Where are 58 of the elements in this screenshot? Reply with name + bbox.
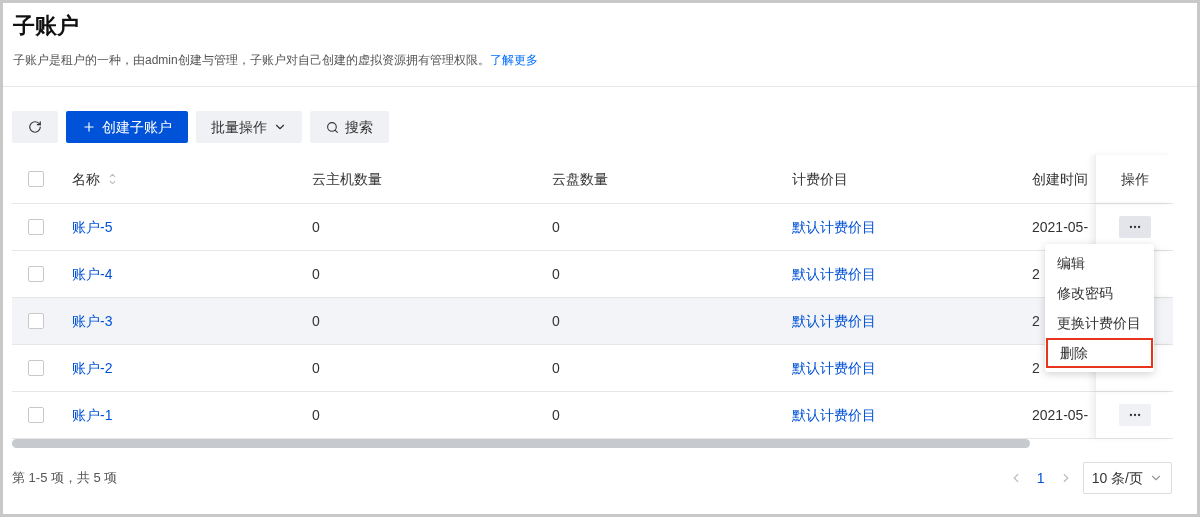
batch-actions-button[interactable]: 批量操作	[196, 111, 302, 143]
table-cell: 2	[1032, 265, 1040, 282]
page-title: 子账户	[13, 12, 80, 40]
column-header: 云盘数量	[552, 170, 608, 187]
table-cell: 0	[552, 312, 560, 329]
table-cell: 0	[312, 359, 320, 376]
table-cell: 2021-05-	[1032, 406, 1089, 423]
more-actions-button[interactable]	[1118, 216, 1151, 238]
table-cell: 0	[312, 312, 320, 329]
refresh-button[interactable]	[12, 111, 58, 143]
menu-item[interactable]: 更换计费价目	[1045, 308, 1154, 338]
page-number[interactable]: 1	[1032, 467, 1049, 489]
search-icon	[326, 120, 339, 134]
menu-item[interactable]: 修改密码	[1045, 278, 1154, 308]
column-header: 云主机数量	[312, 170, 382, 187]
account-name-link[interactable]: 账户-4	[72, 265, 113, 282]
column-header: 创建时间	[1032, 170, 1088, 187]
menu-item[interactable]: 编辑	[1045, 248, 1154, 278]
column-header: 操作	[1120, 169, 1149, 189]
more-actions-button[interactable]	[1118, 404, 1151, 426]
checkbox[interactable]	[28, 219, 44, 235]
sort-icon[interactable]	[108, 171, 117, 187]
account-name-link[interactable]: 账户-5	[72, 218, 113, 235]
plus-icon	[82, 120, 96, 134]
page-description: 子账户是租户的一种，由admin创建与管理，子账户对自己创建的虚拟资源拥有管理权限。	[13, 53, 490, 67]
checkbox[interactable]	[28, 266, 44, 282]
table-cell: 0	[312, 406, 320, 423]
table-cell: 0	[552, 406, 560, 423]
checkbox[interactable]	[28, 360, 44, 376]
create-subaccount-button[interactable]: 创建子账户	[66, 111, 188, 143]
column-header: 名称	[72, 169, 100, 189]
billing-plan-link[interactable]: 默认计费价目	[792, 406, 876, 423]
column-header: 计费价目	[792, 170, 848, 187]
billing-plan-link[interactable]: 默认计费价目	[792, 312, 876, 329]
search-button[interactable]: 搜索	[310, 111, 389, 143]
learn-more-link[interactable]: 了解更多	[489, 53, 538, 67]
account-name-link[interactable]: 账户-2	[72, 359, 113, 376]
billing-plan-link[interactable]: 默认计费价目	[792, 359, 876, 376]
pagination-summary: 第 1-5 项，共 5 项	[12, 469, 118, 488]
table-cell: 0	[552, 359, 560, 376]
table-cell: 0	[312, 218, 320, 235]
horizontal-scrollbar[interactable]	[12, 439, 1030, 448]
menu-item[interactable]: 删除	[1046, 338, 1153, 368]
table-cell: 2021-05-	[1032, 218, 1089, 235]
checkbox[interactable]	[28, 313, 44, 329]
refresh-icon	[28, 120, 42, 134]
checkbox[interactable]	[28, 407, 44, 423]
checkbox[interactable]	[28, 171, 44, 187]
table-cell: 0	[312, 265, 320, 282]
table-cell: 2	[1032, 359, 1040, 376]
account-name-link[interactable]: 账户-1	[72, 406, 113, 423]
billing-plan-link[interactable]: 默认计费价目	[792, 265, 876, 282]
table-cell: 0	[552, 265, 560, 282]
billing-plan-link[interactable]: 默认计费价目	[792, 218, 876, 235]
account-name-link[interactable]: 账户-3	[72, 312, 113, 329]
table-cell: 2	[1032, 312, 1040, 329]
table-cell: 0	[552, 218, 560, 235]
page-size-select[interactable]: 10 条/页	[1082, 462, 1172, 494]
